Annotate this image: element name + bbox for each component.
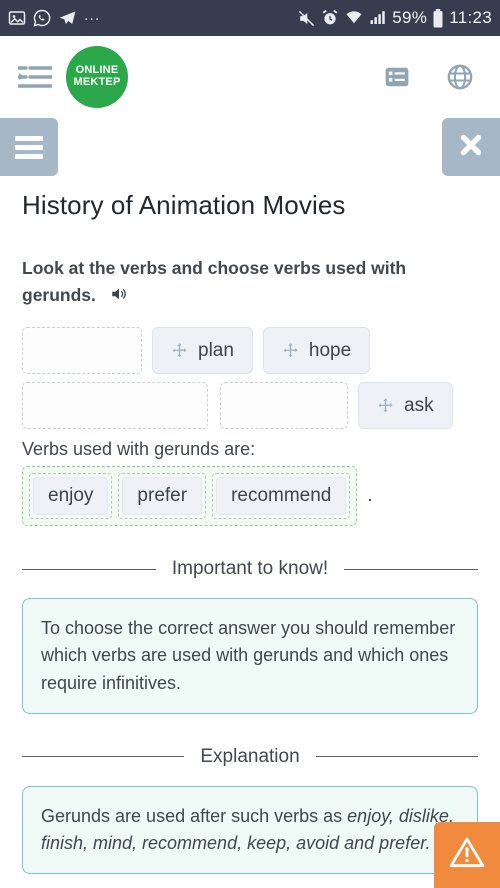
- divider-line-left: [22, 568, 156, 570]
- answer-row: enjoy prefer recommend .: [22, 466, 478, 527]
- menu-button[interactable]: [0, 118, 58, 176]
- answer-label: Verbs used with gerunds are:: [22, 439, 256, 460]
- answer-slot[interactable]: enjoy: [29, 473, 113, 520]
- drop-slot[interactable]: [22, 327, 142, 375]
- answer-period: .: [367, 485, 373, 507]
- move-icon: [282, 342, 299, 359]
- wifi-icon: [344, 9, 364, 27]
- answer-slot[interactable]: recommend: [212, 473, 351, 520]
- draggable-chip-ask[interactable]: ask: [358, 382, 453, 430]
- close-button[interactable]: [442, 118, 500, 176]
- answer-chip-enjoy[interactable]: enjoy: [33, 477, 109, 516]
- important-card: To choose the correct answer you should …: [22, 597, 478, 714]
- list-icon[interactable]: [384, 64, 410, 90]
- main-content: History of Animation Movies Look at the …: [0, 190, 500, 875]
- speaker-icon[interactable]: [109, 284, 129, 311]
- battery-icon: [432, 8, 444, 28]
- explanation-prefix: Gerunds are used after such verbs as: [41, 805, 348, 826]
- divider-explanation: Explanation: [22, 744, 479, 770]
- answer-drop-zone[interactable]: enjoy prefer recommend: [22, 466, 358, 527]
- tool-row: [0, 118, 500, 180]
- report-problem-button[interactable]: [434, 822, 500, 888]
- drop-slot[interactable]: [220, 382, 348, 430]
- close-icon: [457, 131, 485, 164]
- globe-icon[interactable]: [446, 63, 474, 91]
- answer-chip-recommend[interactable]: recommend: [216, 477, 347, 516]
- page-title: History of Animation Movies: [22, 190, 346, 220]
- mute-icon: [297, 9, 316, 28]
- alarm-icon: [321, 9, 339, 27]
- move-icon: [171, 342, 188, 359]
- drag-pool: plan hope ask: [22, 327, 478, 430]
- explanation-card: Gerunds are used after such verbs as enj…: [22, 785, 478, 875]
- divider-line-right: [315, 756, 479, 758]
- chip-label: ask: [404, 394, 434, 416]
- task-prompt: Look at the verbs and choose verbs used …: [22, 255, 478, 311]
- task-prompt-text: Look at the verbs and choose verbs used …: [22, 258, 407, 306]
- battery-percent: 59%: [392, 8, 428, 27]
- chip-label: plan: [198, 339, 234, 361]
- move-icon: [377, 397, 394, 414]
- clock: 11:23: [449, 8, 492, 27]
- status-bar: ... 59% 11:23: [0, 0, 500, 36]
- status-overflow: ...: [84, 6, 101, 24]
- status-bar-right: 59% 11:23: [297, 8, 492, 28]
- divider-important: Important to know!: [22, 556, 479, 582]
- warning-triangle-icon: [448, 834, 486, 877]
- whatsapp-icon: [33, 9, 51, 27]
- chip-label: hope: [308, 339, 352, 361]
- indent-icon[interactable]: [17, 64, 54, 90]
- answer-chip-prefer[interactable]: prefer: [122, 477, 203, 516]
- hamburger-icon: [15, 132, 43, 163]
- logo-line2: MEKTEP: [73, 76, 121, 88]
- app-header: ONLINE MEKTEP: [0, 36, 500, 118]
- drag-pool-row-1: plan hope: [22, 327, 478, 375]
- divider-line-right: [344, 568, 479, 570]
- drop-slot[interactable]: [22, 382, 208, 430]
- logo[interactable]: ONLINE MEKTEP: [66, 46, 128, 108]
- draggable-chip-hope[interactable]: hope: [262, 327, 371, 375]
- drag-pool-row-2: ask: [22, 382, 478, 430]
- answer-slot[interactable]: prefer: [118, 473, 207, 520]
- divider-line-left: [22, 756, 185, 758]
- divider-label: Important to know!: [171, 558, 329, 580]
- divider-label: Explanation: [200, 745, 300, 767]
- status-bar-left: ...: [8, 7, 100, 30]
- signal-icon: [369, 9, 387, 27]
- gallery-icon: [8, 9, 26, 27]
- header-actions: [384, 63, 482, 91]
- draggable-chip-plan[interactable]: plan: [152, 327, 253, 375]
- telegram-icon: [58, 9, 77, 28]
